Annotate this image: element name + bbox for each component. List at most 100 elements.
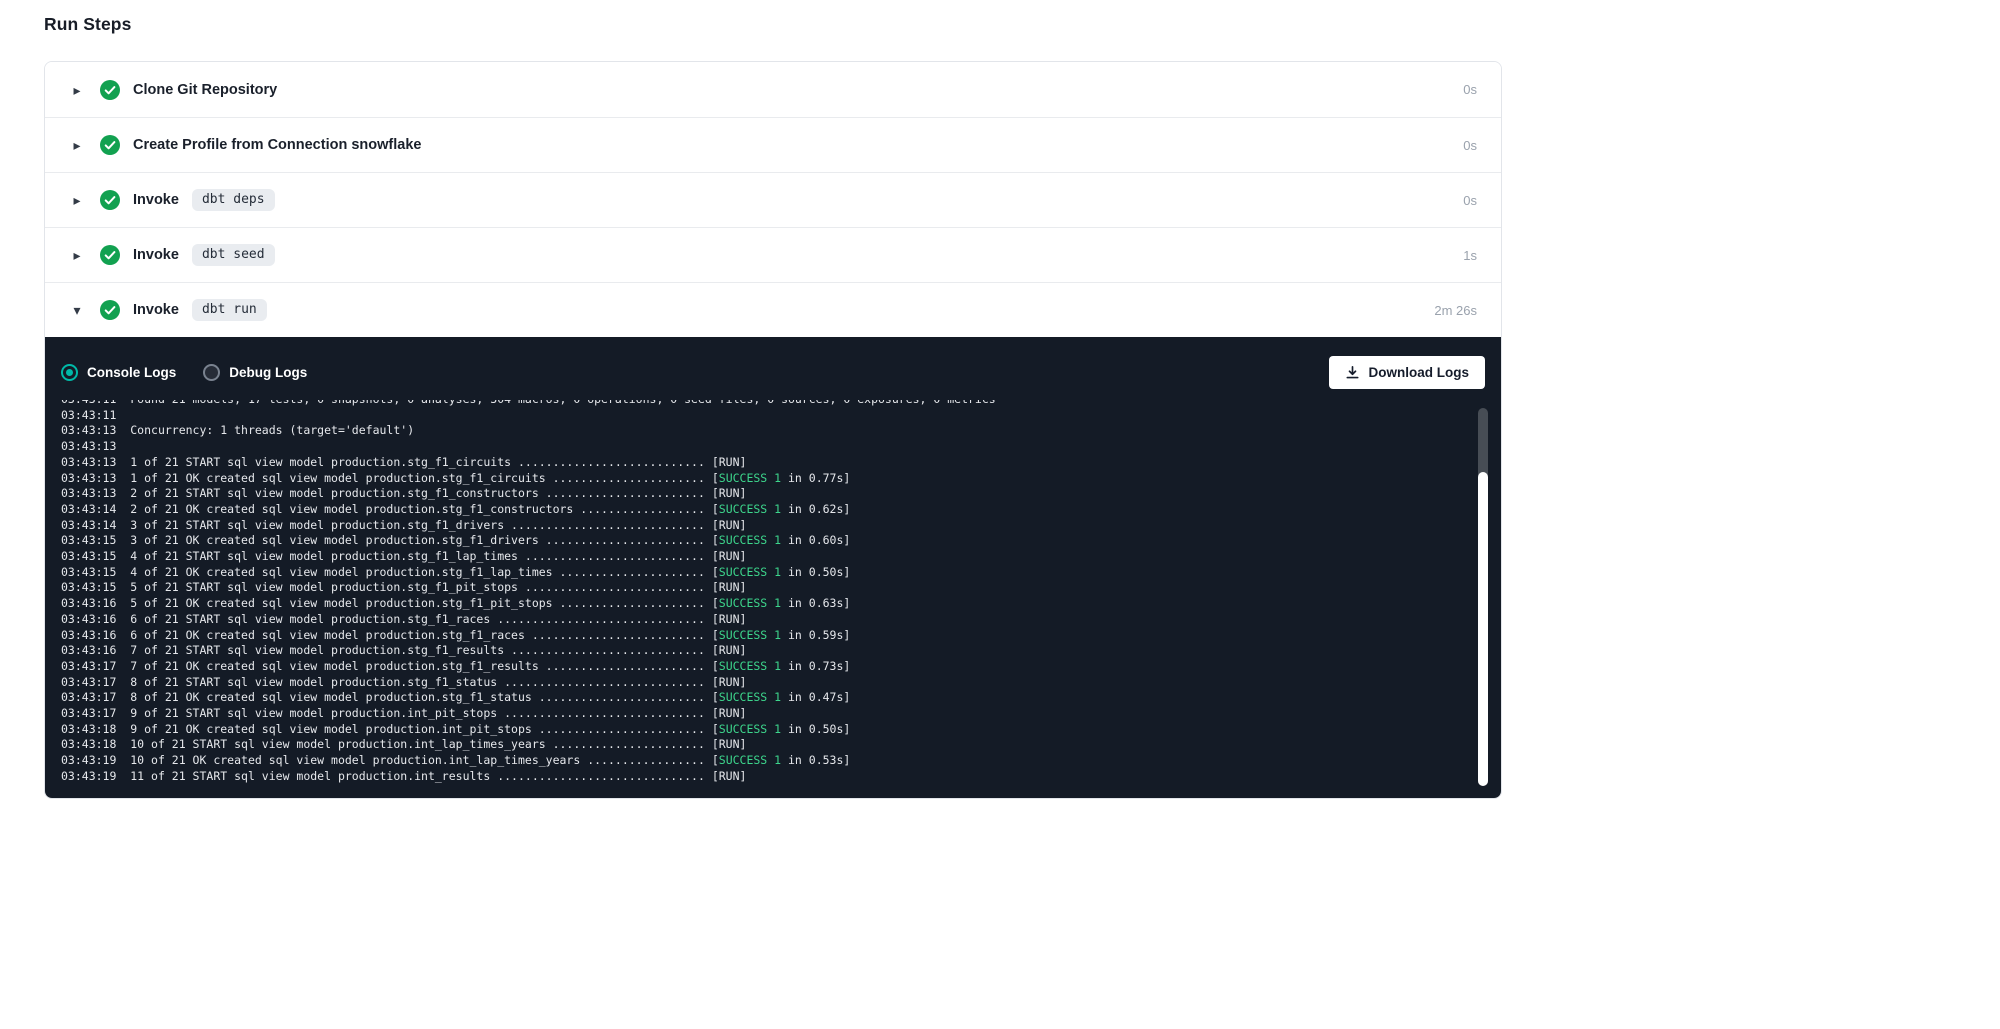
log-text: 10 of 21 START sql view model production… xyxy=(130,737,746,751)
log-scrollbar[interactable] xyxy=(1478,408,1488,786)
log-line: 03:43:17 8 of 21 START sql view model pr… xyxy=(61,675,1461,691)
success-check-icon xyxy=(100,80,120,100)
log-timestamp: 03:43:13 xyxy=(61,455,130,469)
log-timestamp: 03:43:19 xyxy=(61,769,130,783)
console-log-output[interactable]: 03:43:11 Found 21 models, 17 tests, 0 sn… xyxy=(45,400,1501,798)
step-duration: 1s xyxy=(1463,248,1477,263)
console-logs-radio[interactable]: Console Logs xyxy=(61,364,176,381)
log-timestamp: 03:43:19 xyxy=(61,753,130,767)
log-line: 03:43:14 2 of 21 OK created sql view mod… xyxy=(61,502,1461,518)
log-text: 5 of 21 START sql view model production.… xyxy=(130,580,746,594)
log-timestamp: 03:43:14 xyxy=(61,502,130,516)
log-line: 03:43:16 6 of 21 OK created sql view mod… xyxy=(61,628,1461,644)
log-line: 03:43:16 5 of 21 OK created sql view mod… xyxy=(61,596,1461,612)
step-command-chip: dbt seed xyxy=(192,244,275,266)
log-text: 9 of 21 START sql view model production.… xyxy=(130,706,746,720)
log-timestamp: 03:43:14 xyxy=(61,518,130,532)
log-line: 03:43:13 Concurrency: 1 threads (target=… xyxy=(61,423,1461,439)
log-text: 7 of 21 OK created sql view model produc… xyxy=(130,659,719,673)
caret-right-icon[interactable]: ▸ xyxy=(69,193,85,207)
log-success-text: SUCCESS 1 xyxy=(719,471,781,485)
console-log-tabs: Console Logs Debug Logs xyxy=(61,364,334,381)
log-text: in 0.53s] xyxy=(781,753,850,767)
log-text: in 0.62s] xyxy=(781,502,850,516)
success-check-icon xyxy=(100,190,120,210)
caret-right-icon[interactable]: ▸ xyxy=(69,138,85,152)
log-timestamp: 03:43:13 xyxy=(61,423,130,437)
log-text: 8 of 21 START sql view model production.… xyxy=(130,675,746,689)
log-text: 7 of 21 START sql view model production.… xyxy=(130,643,746,657)
page: Run Steps ▸ Clone Git Repository 0s ▸ Cr… xyxy=(44,0,1502,799)
log-text: 9 of 21 OK created sql view model produc… xyxy=(130,722,719,736)
log-text: 1 of 21 OK created sql view model produc… xyxy=(130,471,719,485)
log-success-text: SUCCESS 1 xyxy=(719,596,781,610)
log-line: 03:43:16 6 of 21 START sql view model pr… xyxy=(61,612,1461,628)
log-timestamp: 03:43:15 xyxy=(61,533,130,547)
console-panel: Console Logs Debug Logs Download Logs 03:… xyxy=(45,337,1501,798)
log-line: 03:43:13 xyxy=(61,439,1461,455)
log-timestamp: 03:43:16 xyxy=(61,612,130,626)
success-check-icon xyxy=(100,245,120,265)
log-text: 3 of 21 START sql view model production.… xyxy=(130,518,746,532)
step-row-4[interactable]: ▸ Invoke dbt seed 1s xyxy=(45,227,1501,282)
log-text: 4 of 21 OK created sql view model produc… xyxy=(130,565,719,579)
log-line: 03:43:15 4 of 21 START sql view model pr… xyxy=(61,549,1461,565)
console-header: Console Logs Debug Logs Download Logs xyxy=(45,337,1501,400)
log-text: 6 of 21 START sql view model production.… xyxy=(130,612,746,626)
caret-right-icon[interactable]: ▸ xyxy=(69,83,85,97)
log-text: in 0.77s] xyxy=(781,471,850,485)
log-content: 03:43:11 Found 21 models, 17 tests, 0 sn… xyxy=(61,400,1461,785)
caret-right-icon[interactable]: ▸ xyxy=(69,248,85,262)
log-line: 03:43:17 7 of 21 OK created sql view mod… xyxy=(61,659,1461,675)
radio-label: Debug Logs xyxy=(229,365,307,380)
log-text: 2 of 21 START sql view model production.… xyxy=(130,486,746,500)
log-timestamp: 03:43:13 xyxy=(61,486,130,500)
success-check-icon xyxy=(100,135,120,155)
radio-unselected-icon xyxy=(203,364,220,381)
log-success-text: SUCCESS 1 xyxy=(719,753,781,767)
log-text: 6 of 21 OK created sql view model produc… xyxy=(130,628,719,642)
log-timestamp: 03:43:15 xyxy=(61,549,130,563)
log-line: 03:43:16 7 of 21 START sql view model pr… xyxy=(61,643,1461,659)
log-line: 03:43:11 xyxy=(61,408,1461,424)
step-row-3[interactable]: ▸ Invoke dbt deps 0s xyxy=(45,172,1501,227)
log-success-text: SUCCESS 1 xyxy=(719,628,781,642)
log-timestamp: 03:43:18 xyxy=(61,737,130,751)
log-line: 03:43:19 10 of 21 OK created sql view mo… xyxy=(61,753,1461,769)
run-steps-list: ▸ Clone Git Repository 0s ▸ Create Profi… xyxy=(44,61,1502,799)
step-row-1[interactable]: ▸ Clone Git Repository 0s xyxy=(45,62,1501,117)
log-success-text: SUCCESS 1 xyxy=(719,722,781,736)
log-success-text: SUCCESS 1 xyxy=(719,533,781,547)
log-text: in 0.73s] xyxy=(781,659,850,673)
caret-down-icon[interactable]: ▾ xyxy=(69,303,85,317)
log-line: 03:43:18 9 of 21 OK created sql view mod… xyxy=(61,722,1461,738)
log-timestamp: 03:43:17 xyxy=(61,659,130,673)
debug-logs-radio[interactable]: Debug Logs xyxy=(203,364,307,381)
log-line: 03:43:15 4 of 21 OK created sql view mod… xyxy=(61,565,1461,581)
step-row-5[interactable]: ▾ Invoke dbt run 2m 26s xyxy=(45,282,1501,337)
download-logs-button[interactable]: Download Logs xyxy=(1329,356,1486,389)
log-text: Found 21 models, 17 tests, 0 snapshots, … xyxy=(130,400,995,406)
download-icon xyxy=(1345,365,1360,380)
log-text: 3 of 21 OK created sql view model produc… xyxy=(130,533,719,547)
log-text: 1 of 21 START sql view model production.… xyxy=(130,455,746,469)
log-text: in 0.50s] xyxy=(781,565,850,579)
log-text: in 0.50s] xyxy=(781,722,850,736)
log-text: 11 of 21 START sql view model production… xyxy=(130,769,746,783)
log-timestamp: 03:43:15 xyxy=(61,580,130,594)
step-row-2[interactable]: ▸ Create Profile from Connection snowfla… xyxy=(45,117,1501,172)
step-label: Clone Git Repository xyxy=(133,82,277,98)
log-text: 4 of 21 START sql view model production.… xyxy=(130,549,746,563)
step-label: Invoke xyxy=(133,302,179,318)
log-scrollbar-thumb[interactable] xyxy=(1478,472,1488,786)
step-command-chip: dbt deps xyxy=(192,189,275,211)
log-line: 03:43:13 1 of 21 OK created sql view mod… xyxy=(61,471,1461,487)
log-text: in 0.59s] xyxy=(781,628,850,642)
log-line: 03:43:15 5 of 21 START sql view model pr… xyxy=(61,580,1461,596)
log-text: 5 of 21 OK created sql view model produc… xyxy=(130,596,719,610)
download-logs-label: Download Logs xyxy=(1369,365,1470,380)
log-timestamp: 03:43:11 xyxy=(61,400,130,406)
log-success-text: SUCCESS 1 xyxy=(719,690,781,704)
log-line: 03:43:13 1 of 21 START sql view model pr… xyxy=(61,455,1461,471)
log-line: 03:43:17 9 of 21 START sql view model pr… xyxy=(61,706,1461,722)
